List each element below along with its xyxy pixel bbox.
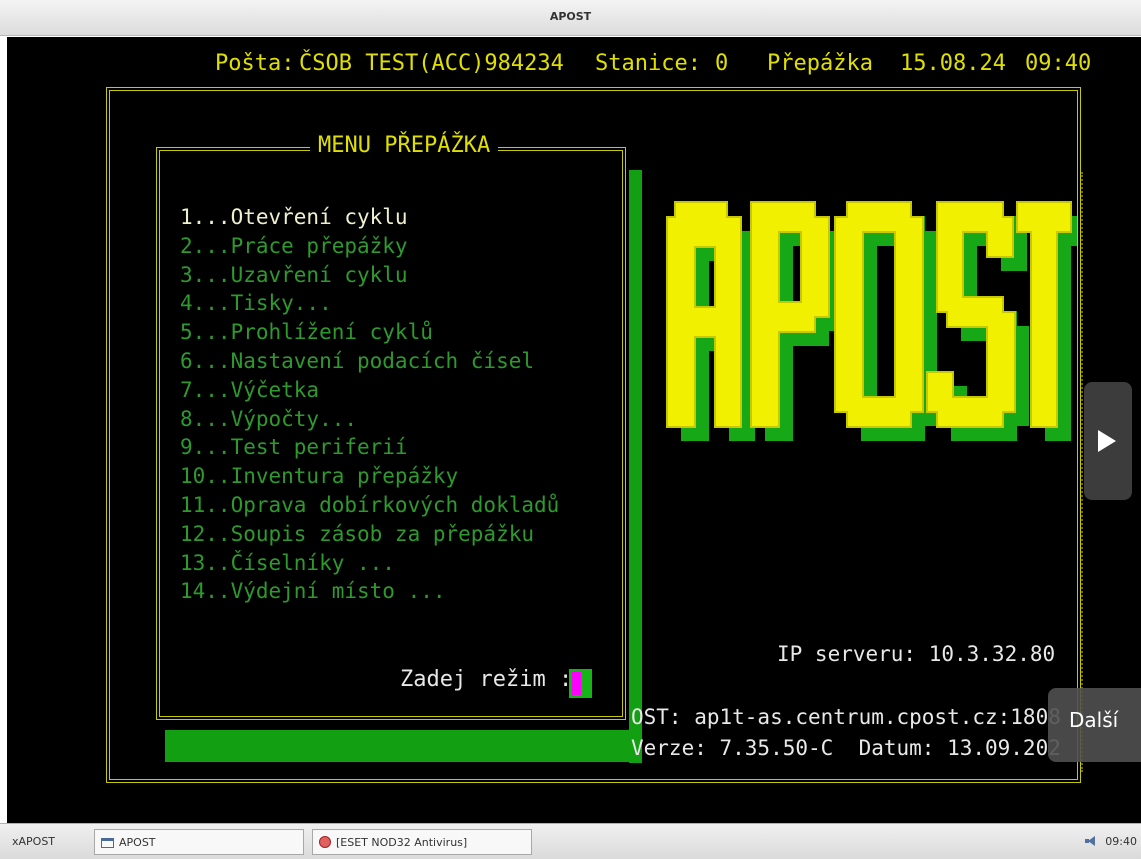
text-cursor	[572, 672, 581, 695]
menu-item-vypocty[interactable]: 8...Výpočty...	[180, 405, 559, 434]
menu-shadow-right	[629, 170, 642, 763]
menu-item-soupis-zasob[interactable]: 12..Soupis zásob za přepážku	[180, 520, 559, 549]
apost-logo	[657, 197, 1077, 442]
next-button[interactable]: Další	[1048, 688, 1141, 762]
speaker-icon[interactable]	[1085, 836, 1101, 846]
taskbar-item-label: [ESET NOD32 Antivirus]	[336, 836, 468, 849]
window-icon	[101, 838, 114, 848]
server-ip: IP serveru: 10.3.32.80	[777, 642, 1056, 666]
menu-item-inventura-prepazky[interactable]: 10..Inventura přepážky	[180, 462, 559, 491]
menu-item-tisky[interactable]: 4...Tisky...	[180, 289, 559, 318]
server-host: OST: ap1t-as.centrum.cpost.cz:1808	[631, 705, 1061, 729]
mode-label: Přepážka	[767, 51, 873, 76]
menu-item-oprava-dobirkovych-dokladu[interactable]: 11..Oprava dobírkových dokladů	[180, 491, 559, 520]
play-arrow-icon	[1098, 430, 1116, 452]
taskbar: xAPOST APOST [ESET NOD32 Antivirus] 09:4…	[0, 823, 1141, 859]
taskbar-item-label: xAPOST	[12, 835, 56, 848]
taskbar-item-apost[interactable]: APOST	[94, 829, 304, 855]
menu-item-prace-prepazky[interactable]: 2...Práce přepážky	[180, 232, 559, 261]
posta-value: ČSOB TEST(ACC)984234	[299, 51, 564, 76]
menu-item-prohlizeni-cyklu[interactable]: 5...Prohlížení cyklů	[180, 318, 559, 347]
window-title: APOST	[549, 10, 592, 23]
header-date: 15.08.24	[900, 51, 1006, 76]
header-time: 09:40	[1025, 51, 1092, 76]
menu-item-ciselniky[interactable]: 13..Číselníky ...	[180, 549, 559, 578]
menu-list: 1...Otevření cyklu 2...Práce přepážky 3.…	[180, 203, 559, 606]
stanice-value: 0	[715, 51, 729, 76]
taskbar-item-label: APOST	[119, 836, 156, 849]
menu-panel: MENU PŘEPÁŽKA 1...Otevření cyklu 2...Prá…	[156, 133, 626, 720]
menu-item-test-periferii[interactable]: 9...Test periferií	[180, 433, 559, 462]
version-info: Verze: 7.35.50-C Datum: 13.09.202	[631, 736, 1061, 760]
menu-item-otevreni-cyklu[interactable]: 1...Otevření cyklu	[180, 203, 559, 232]
menu-item-nastaveni-podacich-cisel[interactable]: 6...Nastavení podacích čísel	[180, 347, 559, 376]
taskbar-item-eset[interactable]: [ESET NOD32 Antivirus]	[312, 829, 532, 855]
tray-clock: 09:40	[1105, 835, 1137, 848]
mode-prompt-label: Zadej režim :	[400, 667, 573, 692]
status-header: Pošta: ČSOB TEST(ACC)984234 Stanice: 0 P…	[7, 51, 1141, 81]
next-page-arrow[interactable]	[1084, 382, 1132, 500]
eset-icon	[319, 836, 331, 848]
menu-item-vycetka[interactable]: 7...Výčetka	[180, 376, 559, 405]
menu-shadow-bottom	[165, 730, 641, 762]
terminal-screen[interactable]: Pošta: ČSOB TEST(ACC)984234 Stanice: 0 P…	[7, 37, 1141, 823]
taskbar-item-xapost[interactable]: xAPOST	[6, 829, 88, 855]
mode-input[interactable]	[569, 669, 592, 698]
stanice-label: Stanice:	[595, 51, 701, 76]
window-titlebar[interactable]: APOST	[0, 0, 1141, 36]
menu-item-vydejni-misto[interactable]: 14..Výdejní místo ...	[180, 577, 559, 606]
system-tray: 09:40	[1085, 835, 1137, 848]
apost-logo-art	[666, 201, 1077, 441]
menu-title: MENU PŘEPÁŽKA	[310, 133, 499, 158]
menu-item-uzavreni-cyklu[interactable]: 3...Uzavření cyklu	[180, 261, 559, 290]
posta-label: Pošta:	[215, 51, 295, 76]
